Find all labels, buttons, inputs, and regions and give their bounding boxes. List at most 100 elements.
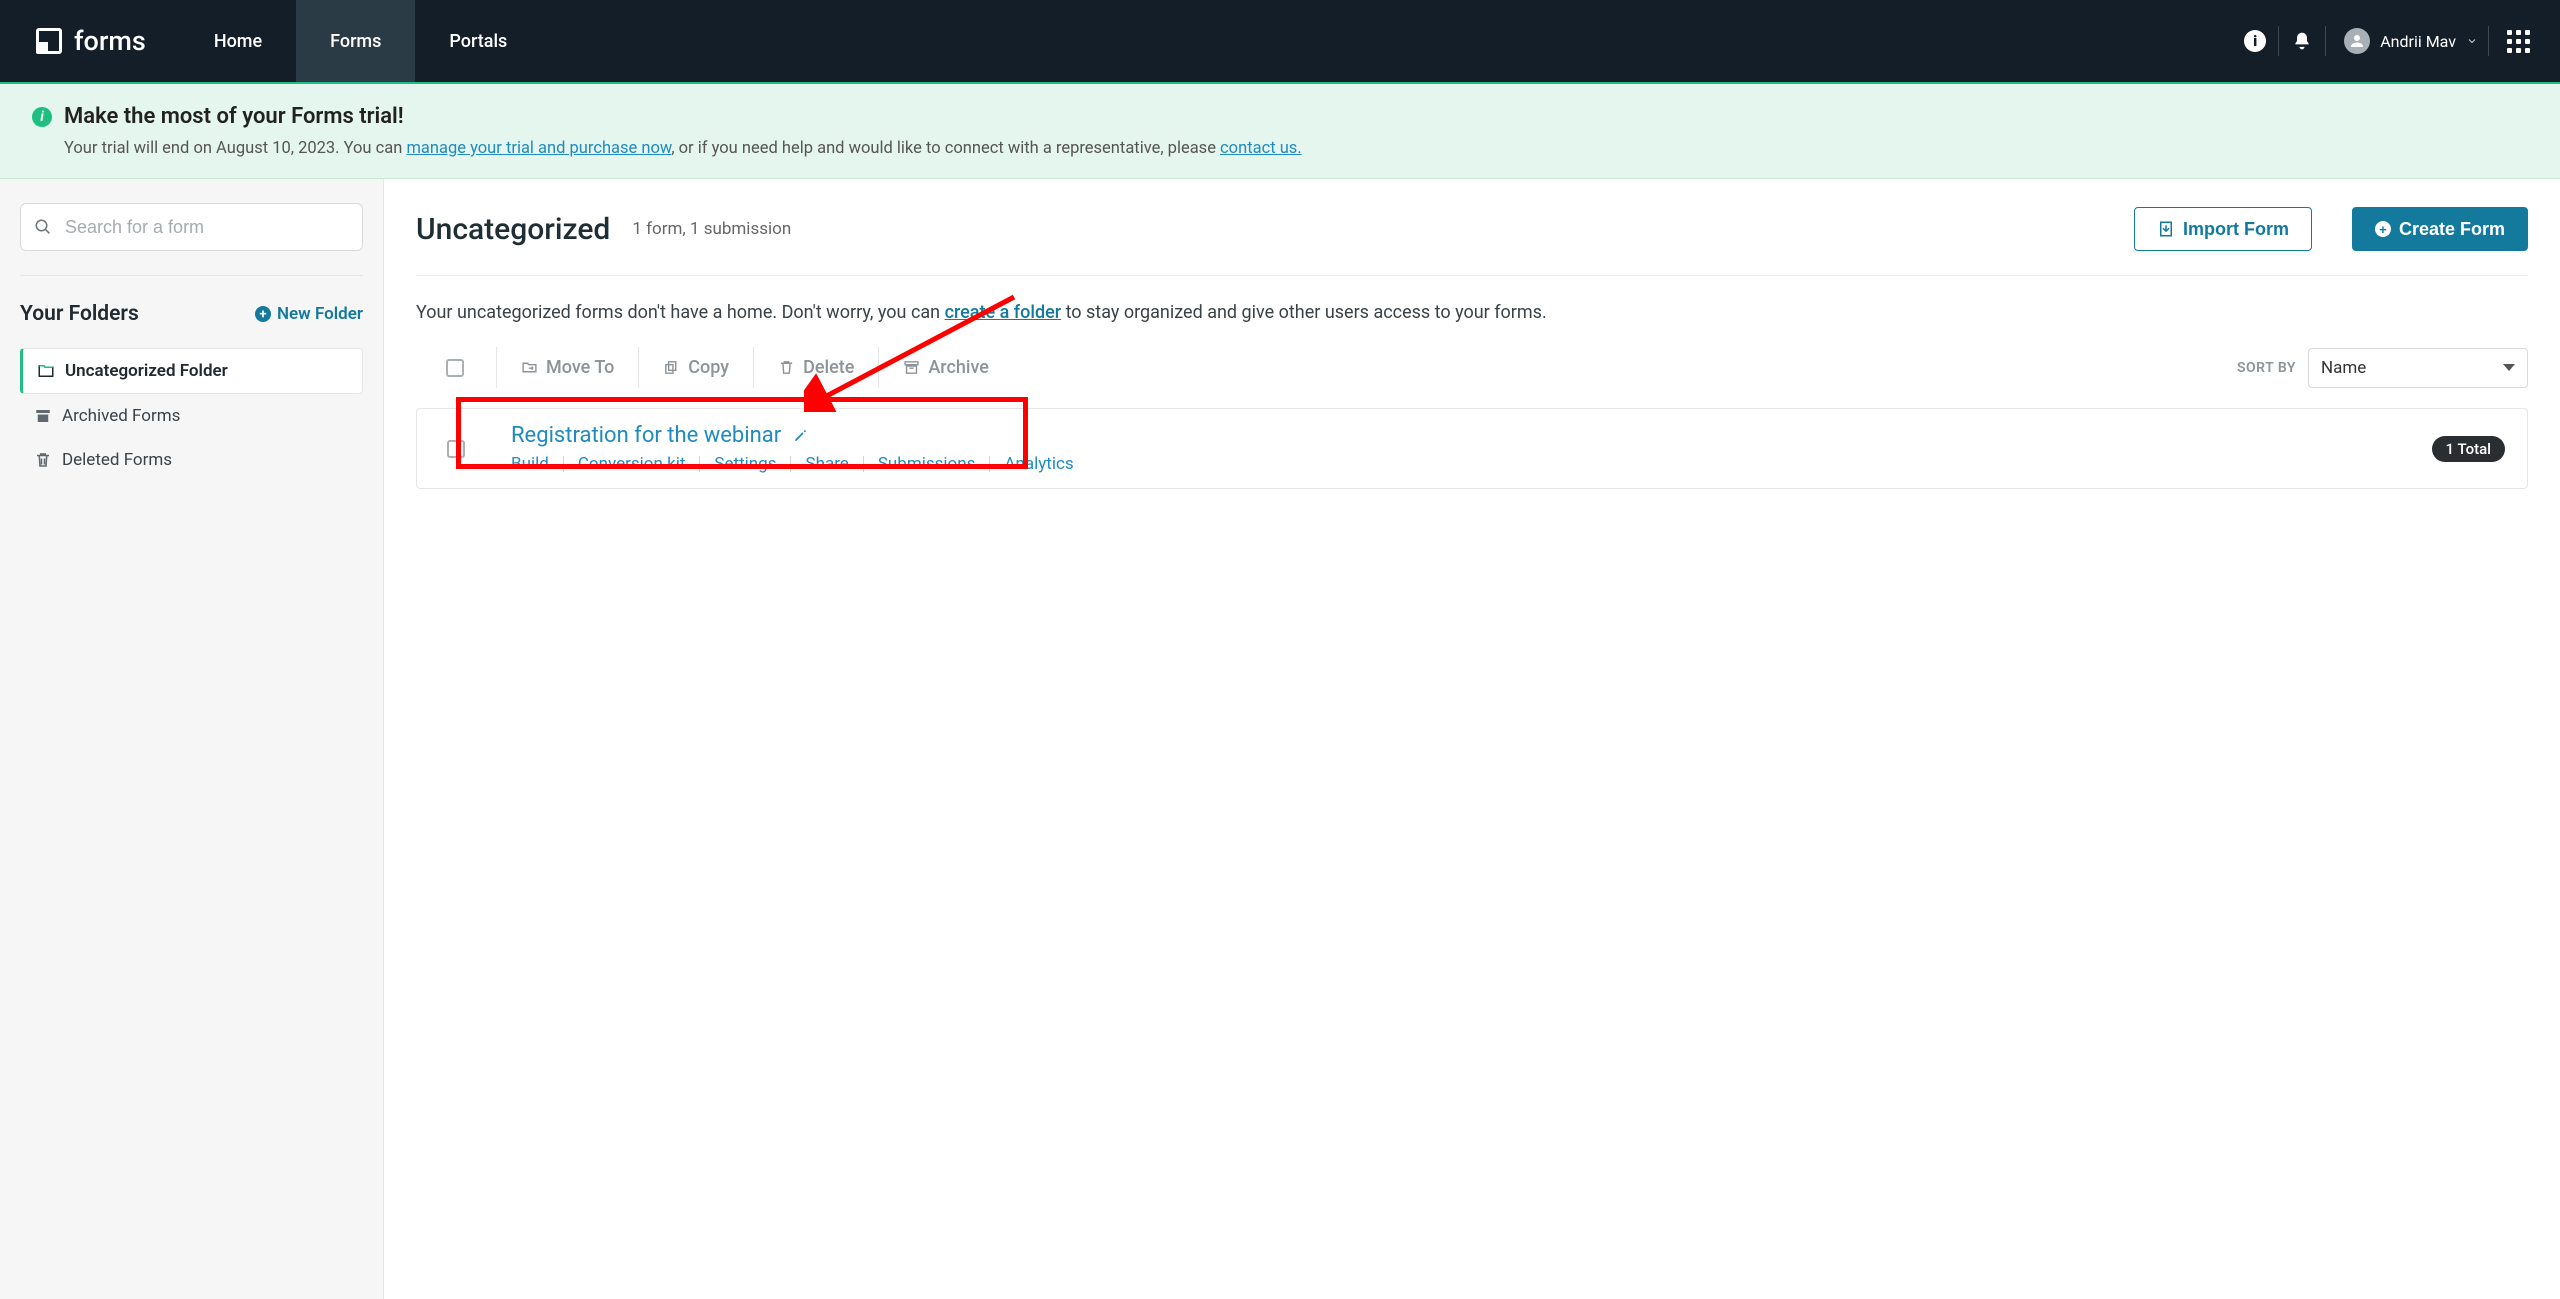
info-line: Your uncategorized forms don't have a ho… [416, 276, 2528, 347]
caret-down-icon [2503, 364, 2515, 371]
nav-divider-3 [2488, 26, 2489, 56]
link-sep [989, 456, 990, 472]
link-sep [790, 456, 791, 472]
archive-icon [34, 407, 52, 425]
sidebar-item-label: Archived Forms [62, 406, 180, 426]
archive-label: Archive [928, 357, 989, 378]
avatar-icon [2344, 28, 2370, 54]
info-button[interactable]: i [2232, 0, 2278, 82]
user-name-label: Andrii Mav [2380, 32, 2456, 51]
nav-tab-home[interactable]: Home [180, 0, 296, 82]
link-sep [563, 456, 564, 472]
brand-name: forms [74, 25, 146, 57]
main-header: Uncategorized 1 form, 1 submission Impor… [416, 207, 2528, 276]
sidebar-item-uncategorized[interactable]: Uncategorized Folder [20, 348, 363, 394]
new-folder-label: New Folder [277, 304, 363, 324]
user-menu[interactable]: Andrii Mav [2326, 28, 2488, 54]
delete-label: Delete [803, 357, 854, 378]
page-title: Uncategorized [416, 212, 610, 247]
sidebar-item-deleted[interactable]: Deleted Forms [20, 438, 363, 482]
archive-icon [903, 359, 920, 376]
copy-icon [663, 359, 680, 376]
apps-launcher-button[interactable] [2507, 30, 2530, 53]
plus-circle-icon: + [255, 306, 271, 322]
plus-circle-icon: + [2375, 221, 2391, 237]
sort-value-label: Name [2321, 358, 2366, 378]
create-form-label: Create Form [2399, 219, 2505, 240]
select-all-checkbox[interactable] [446, 359, 464, 377]
search-icon [34, 218, 52, 236]
nav-tab-forms-label: Forms [330, 31, 381, 52]
copy-button[interactable]: Copy [638, 347, 753, 388]
pencil-icon[interactable] [793, 428, 808, 443]
sidebar-item-label: Uncategorized Folder [65, 361, 228, 381]
nav-tab-home-label: Home [214, 31, 262, 52]
folders-heading: Your Folders [20, 302, 139, 326]
form-link-build[interactable]: Build [511, 454, 549, 474]
nav-tabs: Home Forms Portals [180, 0, 542, 82]
import-icon [2157, 220, 2175, 238]
search-input[interactable] [20, 203, 363, 251]
workspace: Your Folders + New Folder Uncategorized … [0, 179, 2560, 1299]
link-sep [863, 456, 864, 472]
link-sep [699, 456, 700, 472]
nav-tab-forms[interactable]: Forms [296, 0, 415, 82]
top-navbar: forms Home Forms Portals i Andrii Mav [0, 0, 2560, 82]
move-icon [521, 359, 538, 376]
nav-right: i Andrii Mav [2232, 0, 2560, 82]
trial-banner: i Make the most of your Forms trial! You… [0, 82, 2560, 179]
trial-sub-prefix: Your trial will end on August 10, 2023. … [64, 139, 406, 158]
trial-contact-link[interactable]: contact us. [1220, 139, 1302, 158]
trash-icon [34, 451, 52, 469]
total-badge: 1 Total [2432, 436, 2505, 462]
info-suffix: to stay organized and give other users a… [1061, 302, 1547, 323]
create-form-button[interactable]: + Create Form [2352, 207, 2528, 251]
folder-list: Uncategorized Folder Archived Forms Dele… [20, 348, 363, 482]
list-toolbar: Move To Copy Delete Archive SORT BY Name [416, 347, 2528, 388]
sort-by-label: SORT BY [2237, 360, 2296, 376]
form-link-share[interactable]: Share [805, 454, 848, 474]
notifications-button[interactable] [2279, 0, 2325, 82]
chevron-down-icon [2466, 35, 2478, 47]
info-prefix: Your uncategorized forms don't have a ho… [416, 302, 945, 323]
form-link-settings[interactable]: Settings [714, 454, 776, 474]
bell-icon [2292, 31, 2312, 51]
brand[interactable]: forms [0, 0, 180, 82]
move-to-label: Move To [546, 357, 614, 378]
form-row-checkbox[interactable] [447, 440, 465, 458]
create-folder-link[interactable]: create a folder [945, 302, 1062, 323]
trial-sub-middle: , or if you need help and would like to … [671, 139, 1220, 158]
trash-icon [778, 359, 795, 376]
nav-tab-portals[interactable]: Portals [415, 0, 541, 82]
delete-button[interactable]: Delete [753, 347, 878, 388]
form-link-analytics[interactable]: Analytics [1004, 454, 1073, 474]
sort-select[interactable]: Name [2308, 348, 2528, 388]
folders-header: Your Folders + New Folder [20, 302, 363, 326]
form-link-conversion-kit[interactable]: Conversion kit [578, 454, 686, 474]
new-folder-button[interactable]: + New Folder [255, 304, 363, 324]
info-icon: i [2244, 30, 2266, 52]
import-form-button[interactable]: Import Form [2134, 207, 2312, 251]
sidebar-divider [20, 275, 363, 276]
search-wrap [20, 203, 363, 251]
form-quick-links: Build Conversion kit Settings Share Subm… [511, 454, 2432, 474]
form-title-link[interactable]: Registration for the webinar [511, 423, 781, 448]
brand-logo-icon [36, 28, 62, 54]
main-panel: Uncategorized 1 form, 1 submission Impor… [384, 179, 2560, 1299]
sidebar-item-archived[interactable]: Archived Forms [20, 394, 363, 438]
import-form-label: Import Form [2183, 219, 2289, 240]
copy-label: Copy [688, 357, 729, 378]
move-to-button[interactable]: Move To [496, 347, 638, 388]
trial-manage-link[interactable]: manage your trial and purchase now [406, 139, 671, 158]
folder-icon [37, 362, 55, 380]
nav-tab-portals-label: Portals [449, 31, 507, 52]
archive-button[interactable]: Archive [878, 347, 1013, 388]
form-link-submissions[interactable]: Submissions [878, 454, 976, 474]
form-row-main: Registration for the webinar Build Conve… [511, 423, 2432, 474]
sidebar-item-label: Deleted Forms [62, 450, 172, 470]
trial-title: Make the most of your Forms trial! [64, 104, 404, 129]
trial-subtext: Your trial will end on August 10, 2023. … [32, 139, 2528, 158]
form-row: Registration for the webinar Build Conve… [416, 408, 2528, 489]
sidebar: Your Folders + New Folder Uncategorized … [0, 179, 384, 1299]
trial-info-icon: i [32, 107, 52, 127]
